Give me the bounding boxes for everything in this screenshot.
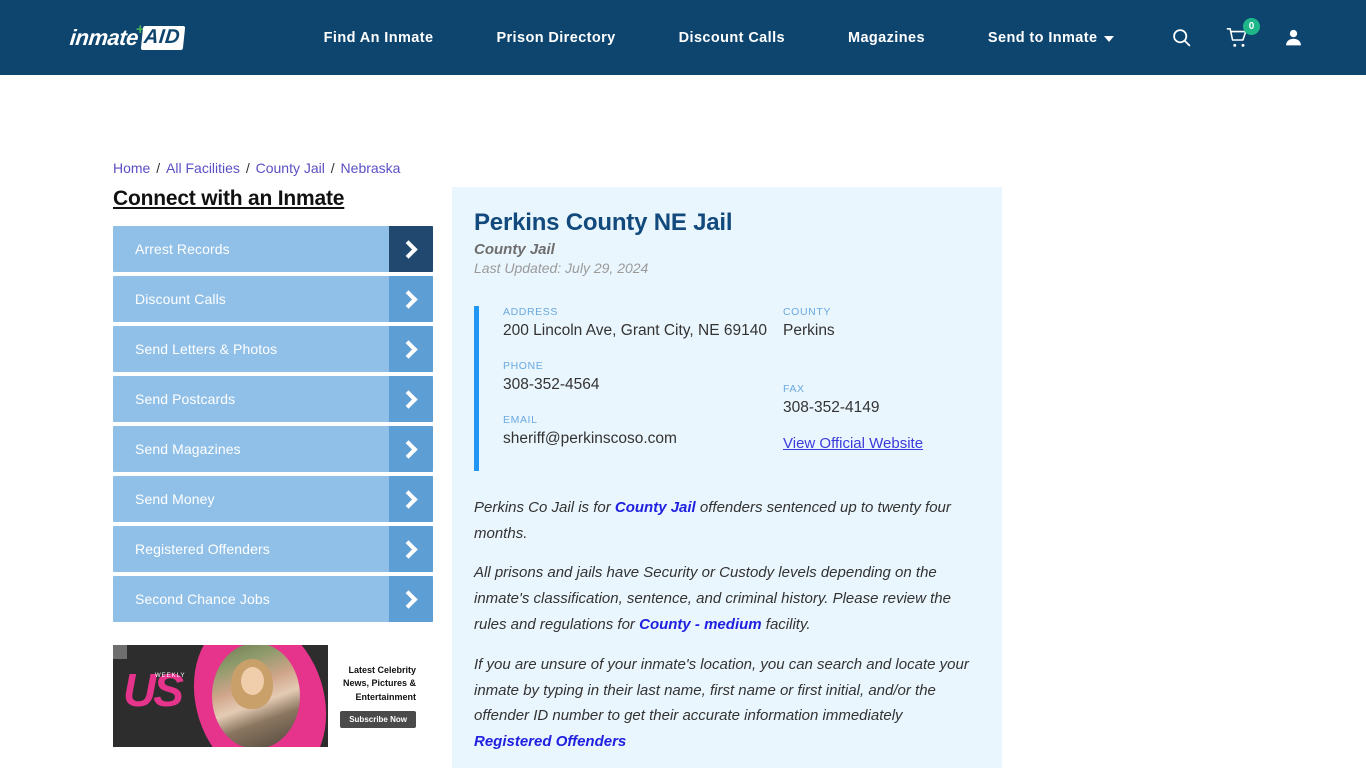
sidebar-item-second-chance-jobs[interactable]: Second Chance Jobs (113, 576, 433, 622)
sidebar-item-label: Registered Offenders (135, 541, 270, 557)
sidebar-item-send-money[interactable]: Send Money (113, 476, 433, 522)
phone-label: PHONE (503, 359, 544, 372)
ad-subscribe-button[interactable]: Subscribe Now (340, 710, 416, 728)
sidebar-item-label: Discount Calls (135, 291, 226, 307)
site-logo[interactable]: inmate + AID (68, 21, 185, 53)
fax-label: FAX (783, 382, 805, 395)
desc-p3-link-registered-offenders[interactable]: Registered Offenders (474, 733, 626, 750)
phone-item: PHONE 308-352-4564 (503, 360, 783, 396)
email-value[interactable]: sheriff@perkinscoso.com (503, 429, 783, 450)
address-label: ADDRESS (503, 306, 558, 318)
sidebar: Connect with an Inmate Arrest Records Di… (113, 187, 433, 626)
fax-item: FAX 308-352-4149 (783, 383, 980, 419)
header-actions: 0 (1171, 17, 1304, 49)
ad-brand-sub: WEEKLY (155, 673, 186, 679)
nav-item-send-to-inmate[interactable]: Send to Inmate (988, 20, 1115, 56)
sidebar-item-discount-calls[interactable]: Discount Calls (113, 276, 433, 322)
breadcrumb-item-home[interactable]: Home (113, 160, 150, 176)
nav-item-magazines[interactable]: Magazines (848, 20, 925, 56)
sidebar-item-label: Send Postcards (135, 391, 236, 407)
chevron-right-icon (389, 226, 433, 272)
main-navigation: Find An Inmate Prison Directory Discount… (324, 20, 1115, 56)
sidebar-item-arrest-records[interactable]: Arrest Records (113, 226, 433, 272)
ad-copy: Latest Celebrity News, Pictures & Entert… (328, 645, 424, 747)
breadcrumb-separator: / (326, 160, 339, 176)
email-label: EMAIL (503, 413, 538, 426)
sidebar-item-label: Second Chance Jobs (135, 591, 270, 607)
facility-info-right-column: COUNTY Perkins FAX 308-352-4149 View Off… (783, 306, 980, 471)
facility-info-block: ADDRESS 200 Lincoln Ave, Grant City, NE … (474, 306, 980, 471)
desc-p2-text-b: facility. (761, 616, 811, 634)
county-item: COUNTY Perkins (783, 306, 980, 342)
address-value: 200 Lincoln Ave, Grant City, NE 69140 (503, 322, 767, 339)
site-header: inmate + AID Find An Inmate Prison Direc… (0, 0, 1366, 75)
chevron-right-icon (389, 326, 433, 372)
sidebar-item-label: Arrest Records (135, 241, 230, 257)
description-paragraph-1: Perkins Co Jail is for County Jail offen… (474, 495, 980, 547)
sidebar-title: Connect with an Inmate (113, 187, 345, 210)
sidebar-item-label: Send Money (135, 491, 215, 507)
official-website-link[interactable]: View Official Website (783, 435, 923, 452)
user-icon (1286, 29, 1301, 46)
fax-value: 308-352-4149 (783, 398, 880, 416)
facility-description: Perkins Co Jail is for County Jail offen… (474, 495, 980, 755)
facility-info-left-column: ADDRESS 200 Lincoln Ave, Grant City, NE … (503, 306, 783, 471)
advertisement-banner[interactable]: US WEEKLY Latest Celebrity News, Picture… (113, 645, 424, 747)
ad-photo-face (241, 667, 264, 695)
county-value: Perkins (783, 322, 835, 339)
description-paragraph-3: If you are unsure of your inmate's locat… (474, 652, 980, 755)
sidebar-item-label: Send Letters & Photos (135, 341, 278, 357)
facility-card: Perkins County NE Jail County Jail Last … (452, 187, 1002, 768)
breadcrumb-separator: / (152, 160, 165, 176)
email-item: EMAIL sheriff@perkinscoso.com (503, 414, 783, 450)
nav-item-find-an-inmate[interactable]: Find An Inmate (324, 20, 434, 56)
sidebar-item-label: Send Magazines (135, 441, 241, 457)
logo-text-inmate: inmate (68, 24, 140, 50)
search-button[interactable] (1171, 27, 1192, 48)
nav-item-send-to-inmate-label: Send to Inmate (987, 29, 1098, 46)
facility-last-updated: Last Updated: July 29, 2024 (474, 260, 649, 276)
address-item: ADDRESS 200 Lincoln Ave, Grant City, NE … (503, 306, 783, 342)
phone-value[interactable]: 308-352-4564 (503, 375, 783, 396)
sidebar-item-registered-offenders[interactable]: Registered Offenders (113, 526, 433, 572)
desc-p1-text-a: Perkins Co Jail is for (474, 498, 615, 516)
breadcrumb-separator: / (241, 160, 254, 176)
sidebar-item-send-postcards[interactable]: Send Postcards (113, 376, 433, 422)
breadcrumb-item-county-jail[interactable]: County Jail (256, 160, 325, 176)
ad-corner-marker (113, 645, 127, 659)
nav-item-prison-directory[interactable]: Prison Directory (496, 20, 615, 56)
chevron-right-icon (389, 376, 433, 422)
county-label: COUNTY (783, 306, 831, 318)
breadcrumb-item-nebraska[interactable]: Nebraska (341, 160, 401, 176)
ad-headline: Latest Celebrity News, Pictures & Entert… (342, 665, 416, 702)
cart-count-badge: 0 (1243, 17, 1260, 35)
chevron-right-icon (389, 576, 433, 622)
facility-type: County Jail (474, 241, 555, 258)
chevron-right-icon (389, 476, 433, 522)
breadcrumb: Home / All Facilities / County Jail / Ne… (113, 160, 400, 176)
logo-text-aid: AID (140, 25, 185, 50)
page-body: Home / All Facilities / County Jail / Ne… (0, 75, 1366, 768)
breadcrumb-item-all-facilities[interactable]: All Facilities (166, 160, 240, 176)
page-title: Perkins County NE Jail (474, 209, 733, 236)
sidebar-item-send-letters-photos[interactable]: Send Letters & Photos (113, 326, 433, 372)
sidebar-item-send-magazines[interactable]: Send Magazines (113, 426, 433, 472)
desc-p2-link-county-medium[interactable]: County - medium (639, 616, 762, 633)
desc-p3-text-a: If you are unsure of your inmate's locat… (474, 655, 969, 725)
chevron-right-icon (389, 276, 433, 322)
account-button[interactable] (1283, 27, 1304, 48)
chevron-down-icon (1104, 35, 1115, 42)
desc-p1-link-county-jail[interactable]: County Jail (615, 499, 696, 516)
nav-item-discount-calls[interactable]: Discount Calls (679, 20, 785, 56)
search-icon (1173, 29, 1191, 47)
cart-button[interactable]: 0 (1226, 17, 1260, 49)
chevron-right-icon (389, 426, 433, 472)
ad-artwork: US WEEKLY (113, 645, 328, 747)
description-paragraph-2: All prisons and jails have Security or C… (474, 560, 980, 637)
chevron-right-icon (389, 526, 433, 572)
official-website-item: View Official Website (783, 435, 980, 453)
